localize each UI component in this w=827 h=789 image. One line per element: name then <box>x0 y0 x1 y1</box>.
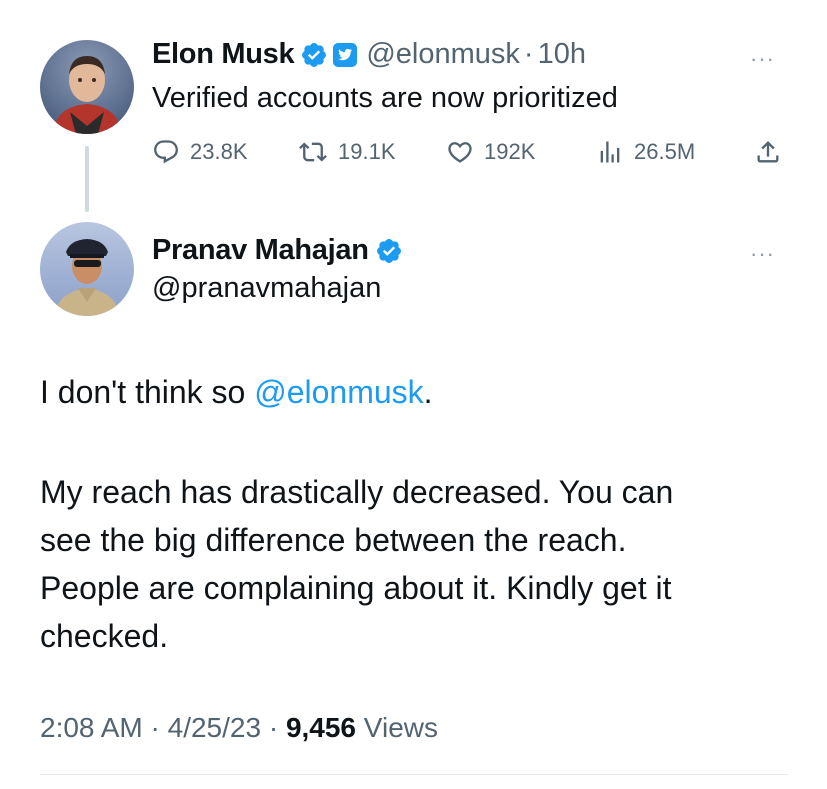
like-icon <box>446 138 474 166</box>
header-separator: · <box>523 38 534 70</box>
tweet-date[interactable]: 4/25/23 <box>168 712 261 743</box>
twitter-blue-bird-icon <box>332 42 358 68</box>
reply-paragraph-line: see the big difference between the reach… <box>40 522 627 558</box>
reply-text-prefix: I don't think so <box>40 374 255 410</box>
retweet-action[interactable]: 19.1K <box>298 138 396 166</box>
views-count: 26.5M <box>634 139 696 164</box>
views-action[interactable]: 26.5M <box>596 138 695 166</box>
author-name[interactable]: Elon Musk <box>152 38 295 71</box>
verified-badge-icon <box>300 41 328 69</box>
reply-paragraph-line: My reach has drastically decreased. You … <box>40 474 674 510</box>
thread-connector-line <box>85 146 89 212</box>
reply-paragraph-line: checked. <box>40 618 169 654</box>
reply-icon <box>152 138 180 166</box>
parent-tweet-actions: 23.8K 19.1K 192K 26.5M <box>152 138 788 174</box>
reply-first-line: I don't think so @elonmusk. <box>40 368 433 416</box>
reply-tweet-header: Pranav Mahajan <box>152 234 403 267</box>
reply-action[interactable]: 23.8K <box>152 138 248 166</box>
like-action[interactable]: 192K <box>446 138 535 166</box>
reply-count: 23.8K <box>190 139 248 164</box>
tweet-time[interactable]: 10h <box>538 38 586 71</box>
share-icon <box>754 138 782 166</box>
divider <box>40 774 788 775</box>
retweet-count: 19.1K <box>338 139 396 164</box>
tweet-meta: 2:08 AM · 4/25/23 · 9,456 Views <box>40 712 438 744</box>
meta-separator: · <box>150 712 160 743</box>
tweet-thread: Elon Musk @elonmusk · 10h ··· Verified a… <box>0 0 827 789</box>
reply-paragraph-line: People are complaining about it. Kindly … <box>40 570 672 606</box>
mention-link[interactable]: @elonmusk <box>254 374 423 410</box>
retweet-icon <box>298 138 328 166</box>
more-icon[interactable]: ··· <box>750 48 775 70</box>
share-action[interactable] <box>754 138 782 166</box>
parent-tweet-text: Verified accounts are now prioritized <box>152 82 618 114</box>
author-handle[interactable]: @elonmusk <box>366 38 520 71</box>
more-icon[interactable]: ··· <box>750 243 775 265</box>
views-count[interactable]: 9,456 <box>286 712 356 743</box>
parent-tweet-header: Elon Musk @elonmusk · 10h <box>152 38 586 71</box>
views-icon <box>596 138 624 166</box>
avatar-pranav-mahajan[interactable] <box>40 222 134 316</box>
author-handle[interactable]: @pranavmahajan <box>152 272 381 305</box>
views-label: Views <box>363 712 438 743</box>
tweet-time[interactable]: 2:08 AM <box>40 712 143 743</box>
reply-text-suffix: . <box>423 374 433 410</box>
verified-badge-icon <box>375 237 403 265</box>
avatar-elon-musk[interactable] <box>40 40 134 134</box>
author-name[interactable]: Pranav Mahajan <box>152 234 369 267</box>
meta-separator: · <box>268 712 279 743</box>
reply-paragraph: My reach has drastically decreased. You … <box>40 468 673 660</box>
like-count: 192K <box>484 139 536 164</box>
